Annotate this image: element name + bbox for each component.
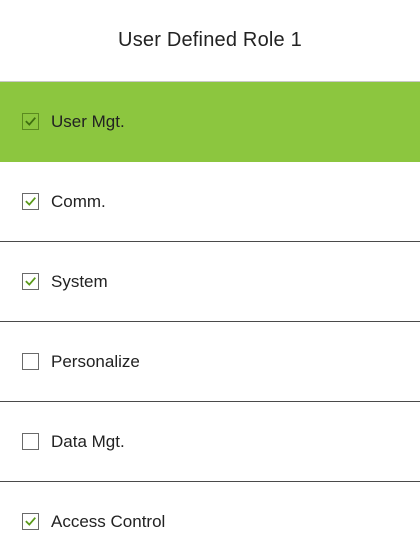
menu-item-comm[interactable]: Comm. [0, 162, 420, 242]
checkbox-unchecked-icon[interactable] [22, 433, 39, 450]
menu-item-label: Data Mgt. [51, 431, 125, 451]
menu-item-label: User Mgt. [51, 111, 125, 131]
menu-item-label: Access Control [51, 511, 166, 531]
menu-item-system[interactable]: System [0, 242, 420, 322]
checkbox-checked-icon[interactable] [22, 113, 39, 130]
check-mark-icon [25, 117, 36, 126]
checkbox-checked-icon[interactable] [22, 513, 39, 530]
page-title: User Defined Role 1 [118, 29, 302, 51]
check-mark-icon [25, 197, 36, 206]
menu-item-label: Personalize [51, 351, 140, 371]
menu-item-label: Comm. [51, 191, 106, 211]
checkbox-checked-icon[interactable] [22, 273, 39, 290]
checkbox-checked-icon[interactable] [22, 193, 39, 210]
menu-item-access-control[interactable]: Access Control [0, 482, 420, 560]
permission-menu-list: User Mgt. Comm. System Personalize Data … [0, 82, 420, 560]
role-permissions-screen: User Defined Role 1 User Mgt. Comm. Syst… [0, 0, 420, 560]
menu-item-data-mgt[interactable]: Data Mgt. [0, 402, 420, 482]
checkbox-unchecked-icon[interactable] [22, 353, 39, 370]
check-mark-icon [25, 277, 36, 286]
menu-item-label: System [51, 271, 108, 291]
menu-item-user-mgt[interactable]: User Mgt. [0, 82, 420, 162]
check-mark-icon [25, 517, 36, 526]
title-bar: User Defined Role 1 [0, 0, 420, 82]
menu-item-personalize[interactable]: Personalize [0, 322, 420, 402]
